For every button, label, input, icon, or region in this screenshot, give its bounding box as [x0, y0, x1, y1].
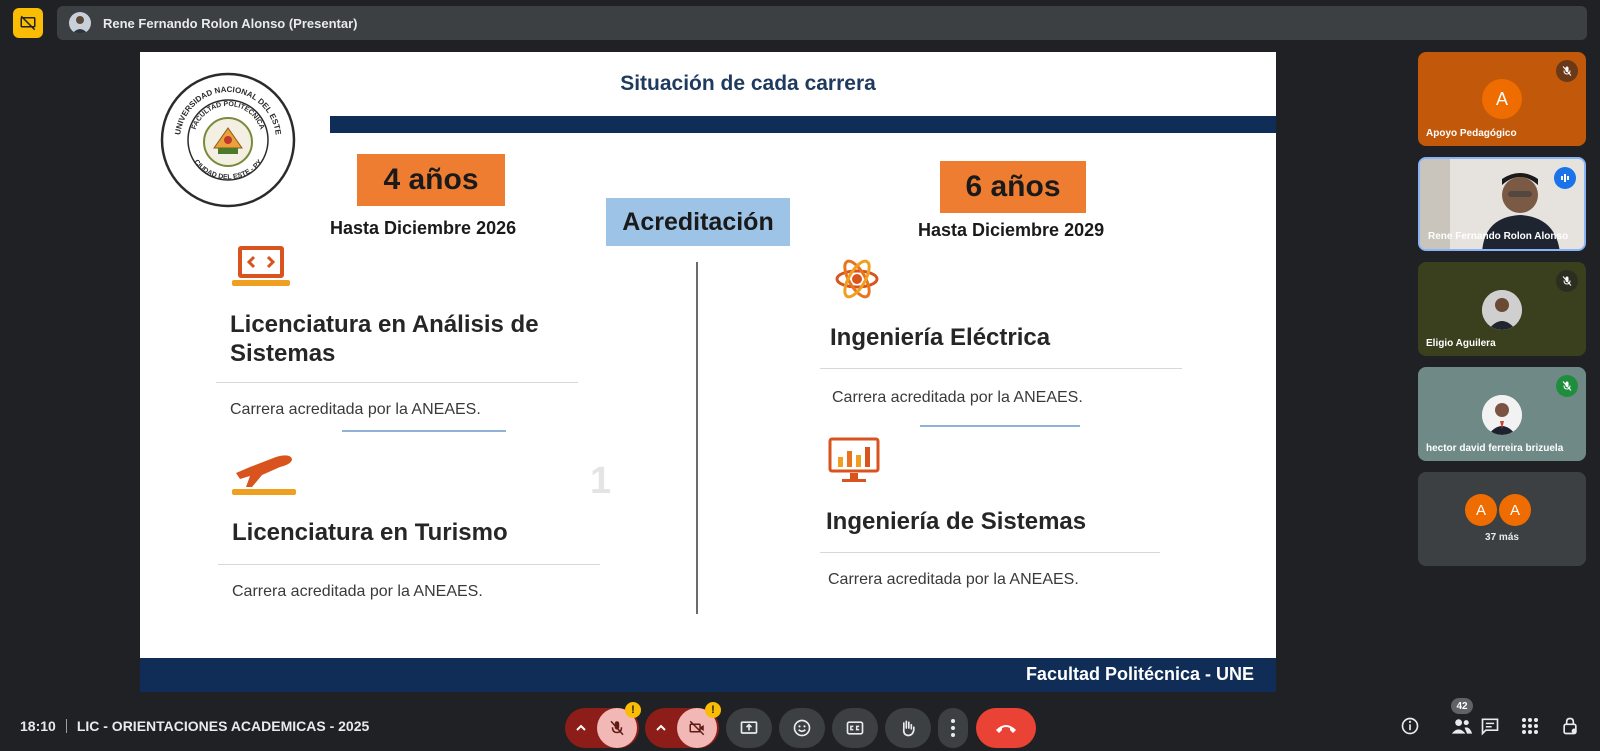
- career-title-turismo: Licenciatura en Turismo: [232, 519, 508, 546]
- raise-hand-button[interactable]: [885, 708, 931, 748]
- participant-tile[interactable]: hector david ferreira brizuela: [1418, 367, 1586, 461]
- more-participants-count: 37 más: [1485, 532, 1519, 543]
- career-desc-ing-sistemas: Carrera acreditada por la ANEAES.: [828, 571, 1079, 588]
- camera-options-chevron-up-icon[interactable]: [645, 708, 677, 748]
- mic-control-group: !: [565, 702, 641, 748]
- avatar: A: [1465, 494, 1497, 526]
- mic-off-icon: [1556, 60, 1578, 82]
- speaking-indicator-icon: [1554, 167, 1576, 189]
- deadline-left: Hasta Diciembre 2026: [330, 218, 517, 238]
- mic-toggle-button[interactable]: !: [597, 702, 641, 748]
- participant-name: hector david ferreira brizuela: [1426, 443, 1564, 454]
- top-bar: Rene Fernando Rolon Alonso (Presentar): [0, 0, 1600, 46]
- career-rule: [820, 552, 1160, 553]
- faint-watermark: 1: [590, 460, 612, 502]
- participant-name: Apoyo Pedagógico: [1426, 128, 1517, 139]
- people-count-badge: 42: [1451, 698, 1473, 714]
- present-screen-button[interactable]: [726, 708, 772, 748]
- camera-warning-badge: !: [705, 702, 721, 718]
- mic-options-chevron-up-icon[interactable]: [565, 708, 597, 748]
- clock: 18:10: [20, 718, 56, 734]
- participant-tile[interactable]: A Apoyo Pedagógico: [1418, 52, 1586, 146]
- title-bar: [330, 116, 1276, 133]
- career-rule: [216, 382, 578, 383]
- meeting-info: 18:10 LIC - ORIENTACIONES ACADEMICAS - 20…: [20, 718, 369, 734]
- participant-tile-speaking[interactable]: Rene Fernando Rolon Alonso: [1418, 157, 1586, 251]
- stop-presenting-icon[interactable]: [13, 8, 43, 38]
- career-title-ing-sistemas: Ingeniería de Sistemas: [826, 508, 1087, 535]
- monitor-chart-icon: [828, 437, 880, 490]
- career-desc-electrica: Carrera acreditada por la ANEAES.: [832, 389, 1083, 406]
- blue-accent-rule: [920, 425, 1080, 427]
- emoji-reaction-button[interactable]: [779, 708, 825, 748]
- laptop-code-icon: [232, 244, 290, 297]
- avatar: [1482, 395, 1522, 435]
- avatar: A: [1482, 79, 1522, 119]
- presenter-avatar: [69, 12, 91, 34]
- people-icon[interactable]: [1448, 712, 1476, 740]
- career-rule: [218, 564, 600, 565]
- separator: [65, 719, 67, 733]
- camera-toggle-button[interactable]: !: [677, 702, 721, 748]
- more-options-icon[interactable]: [938, 708, 968, 748]
- camera-control-group: !: [645, 702, 721, 748]
- atom-icon: [834, 254, 880, 309]
- activities-grid-icon[interactable]: [1516, 712, 1544, 740]
- host-controls-lock-icon[interactable]: [1556, 712, 1584, 740]
- career-desc-turismo: Carrera acreditada por la ANEAES.: [232, 583, 483, 600]
- mic-off-icon: [1556, 270, 1578, 292]
- chat-icon[interactable]: [1476, 712, 1504, 740]
- career-desc-analisis-sistemas: Carrera acreditada por la ANEAES.: [230, 401, 481, 418]
- column-divider: [696, 262, 698, 614]
- participant-tile[interactable]: Eligio Aguilera: [1418, 262, 1586, 356]
- presenter-banner: Rene Fernando Rolon Alonso (Presentar): [57, 6, 1587, 40]
- avatar: A: [1499, 494, 1531, 526]
- meeting-title: LIC - ORIENTACIONES ACADEMICAS - 2025: [76, 718, 370, 734]
- presenter-name: Rene Fernando Rolon Alonso (Presentar): [103, 15, 358, 31]
- career-title-analisis-sistemas: Licenciatura en Análisis de Sistemas: [230, 311, 539, 367]
- mic-warning-badge: !: [625, 702, 641, 718]
- years-badge-left: 4 años: [357, 154, 505, 206]
- blue-accent-rule: [342, 430, 506, 432]
- airplane-icon: [232, 447, 296, 502]
- bottom-control-bar: 18:10 LIC - ORIENTACIONES ACADEMICAS - 20…: [0, 700, 1600, 751]
- shared-slide: UNIVERSIDAD NACIONAL DEL ESTE FACULTAD P…: [140, 52, 1276, 692]
- captions-button[interactable]: [832, 708, 878, 748]
- slide-footer: Facultad Politécnica - UNE: [140, 658, 1276, 692]
- more-participants-tile[interactable]: A A 37 más: [1418, 472, 1586, 566]
- avatar: [1482, 290, 1522, 330]
- mic-off-icon: [1556, 375, 1578, 397]
- years-badge-right: 6 años: [940, 161, 1086, 213]
- career-rule: [820, 368, 1182, 369]
- slide-title: Situación de cada carrera: [620, 72, 876, 95]
- meeting-details-info-icon[interactable]: [1396, 712, 1424, 740]
- acreditacion-label: Acreditación: [606, 198, 790, 246]
- participant-name: Eligio Aguilera: [1426, 338, 1496, 349]
- career-title-electrica: Ingeniería Eléctrica: [830, 324, 1051, 351]
- leave-call-button[interactable]: [976, 708, 1036, 748]
- participant-name: Rene Fernando Rolon Alonso: [1428, 231, 1569, 242]
- deadline-right: Hasta Diciembre 2029: [918, 220, 1105, 240]
- footer-text: Facultad Politécnica - UNE: [1025, 664, 1254, 684]
